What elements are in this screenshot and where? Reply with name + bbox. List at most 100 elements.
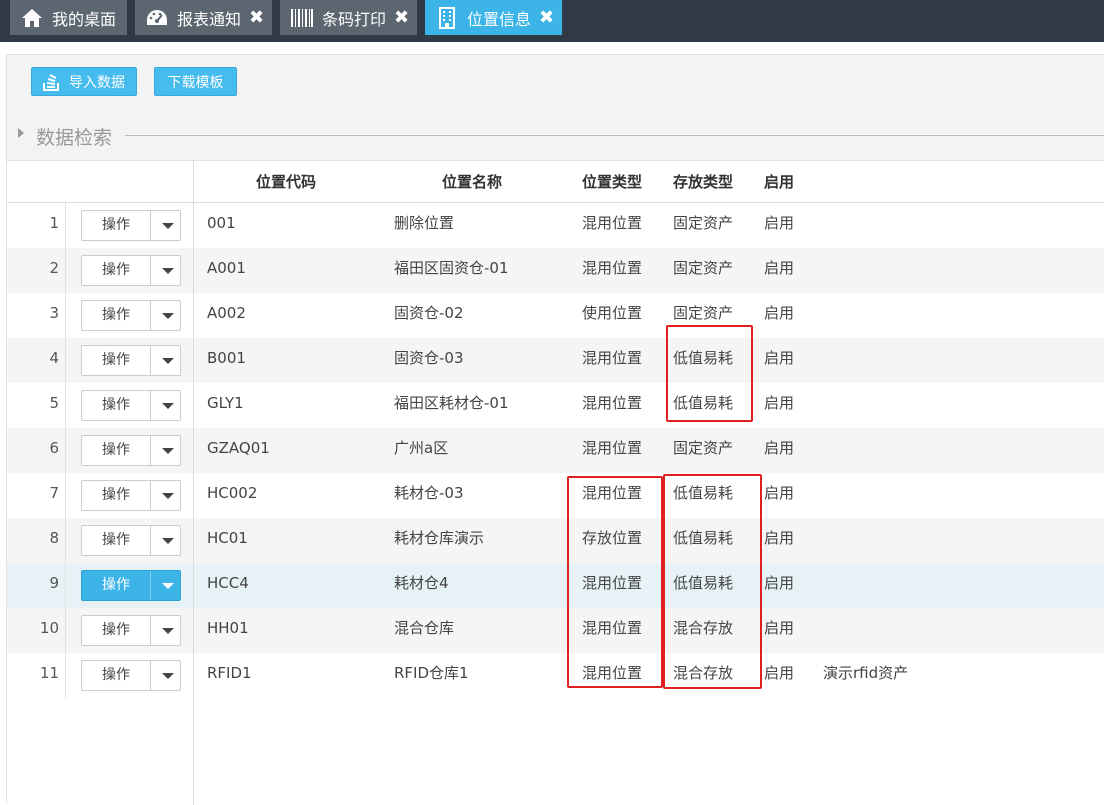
operate-dropdown-button[interactable]: 操作	[81, 300, 181, 331]
cell-location-type: 存放位置	[582, 529, 643, 547]
data-grid: 1 操作 2 操作 3 操作 4 操作 5 操作 6 操作 7 操作 8 操作 9 操作 10 操作 11 操作 位置代码…	[7, 161, 1104, 805]
tab-label: 条码打印	[322, 9, 387, 29]
table-row-actions[interactable]: 9 操作	[7, 563, 193, 608]
cell-name: 删除位置	[394, 214, 455, 232]
caret-down-icon[interactable]	[162, 628, 174, 634]
row-number: 8	[7, 518, 66, 563]
table-row[interactable]: HH01 混合仓库 混用位置 混合存放 启用	[194, 608, 1104, 653]
import-icon	[43, 73, 59, 91]
operate-dropdown-button[interactable]: 操作	[81, 390, 181, 421]
tab-label: 位置信息	[467, 9, 532, 29]
divider	[150, 526, 151, 555]
caret-down-icon[interactable]	[162, 403, 174, 409]
operate-dropdown-button[interactable]: 操作	[81, 480, 181, 511]
table-row-actions[interactable]: 5 操作	[7, 383, 193, 428]
cell-note: 演示rfid资产	[823, 664, 909, 682]
table-row[interactable]: A002 固资仓-02 使用位置 固定资产 启用	[194, 293, 1104, 338]
operate-dropdown-button[interactable]: 操作	[81, 615, 181, 646]
operate-dropdown-button[interactable]: 操作	[81, 345, 181, 376]
operate-dropdown-button[interactable]: 操作	[81, 435, 181, 466]
table-row-actions[interactable]: 7 操作	[7, 473, 193, 518]
caret-down-icon[interactable]	[162, 673, 174, 679]
cell-name: RFID仓库1	[394, 664, 469, 682]
cell-code: RFID1	[207, 664, 252, 682]
cell-enabled: 启用	[764, 349, 795, 367]
table-row[interactable]: HC002 耗材仓-03 混用位置 低值易耗 启用	[194, 473, 1104, 518]
table-row-actions[interactable]: 1 操作	[7, 203, 193, 248]
table-row-actions[interactable]: 2 操作	[7, 248, 193, 293]
col-header-location-type[interactable]: 位置类型	[582, 161, 642, 203]
row-number: 7	[7, 473, 66, 518]
table-row[interactable]: RFID1 RFID仓库1 混用位置 混合存放 启用 演示rfid资产	[194, 653, 1104, 698]
tab-barcode-print[interactable]: 条码打印 ✖	[280, 0, 417, 35]
row-actions-panel: 1 操作 2 操作 3 操作 4 操作 5 操作 6 操作 7 操作 8 操作 9 操作 10 操作 11 操作	[7, 161, 194, 805]
table-row-actions[interactable]: 8 操作	[7, 518, 193, 563]
cell-code: HH01	[207, 619, 249, 637]
row-number: 3	[7, 293, 66, 338]
table-row[interactable]: 001 删除位置 混用位置 固定资产 启用	[194, 203, 1104, 248]
search-section[interactable]: 数据检索	[7, 107, 1104, 161]
cell-storage-type: 低值易耗	[673, 484, 734, 502]
cell-location-type: 混用位置	[582, 214, 643, 232]
operate-dropdown-button[interactable]: 操作	[81, 525, 181, 556]
toolbar: 导入数据 下载模板	[7, 55, 1104, 107]
cell-code: GLY1	[207, 394, 244, 412]
caret-down-icon[interactable]	[162, 583, 174, 589]
cell-enabled: 启用	[764, 259, 795, 277]
table-row-actions[interactable]: 4 操作	[7, 338, 193, 383]
operate-dropdown-button[interactable]: 操作	[81, 660, 181, 691]
divider	[125, 135, 1104, 136]
close-icon[interactable]: ✖	[394, 7, 409, 28]
divider	[150, 391, 151, 420]
table-row[interactable]: B001 固资仓-03 混用位置 低值易耗 启用	[194, 338, 1104, 383]
operate-label: 操作	[102, 217, 130, 233]
cell-code: HC01	[207, 529, 248, 547]
table-row-actions[interactable]: 3 操作	[7, 293, 193, 338]
table-row-actions[interactable]: 10 操作	[7, 608, 193, 653]
cell-code: A001	[207, 259, 246, 277]
caret-down-icon[interactable]	[162, 448, 174, 454]
divider	[150, 571, 151, 600]
operate-dropdown-button[interactable]: 操作	[81, 570, 181, 601]
table-row-actions[interactable]: 11 操作	[7, 653, 193, 698]
caret-down-icon[interactable]	[162, 223, 174, 229]
row-number: 5	[7, 383, 66, 428]
cell-storage-type: 混合存放	[673, 619, 734, 637]
caret-down-icon[interactable]	[162, 268, 174, 274]
col-header-code[interactable]: 位置代码	[256, 161, 316, 203]
divider	[150, 481, 151, 510]
caret-down-icon[interactable]	[162, 538, 174, 544]
close-icon[interactable]: ✖	[249, 7, 264, 28]
divider	[150, 436, 151, 465]
table-row[interactable]: A001 福田区固资仓-01 混用位置 固定资产 启用	[194, 248, 1104, 293]
operate-dropdown-button[interactable]: 操作	[81, 210, 181, 241]
caret-down-icon[interactable]	[162, 313, 174, 319]
barcode-icon	[290, 7, 314, 29]
caret-down-icon[interactable]	[162, 358, 174, 364]
download-template-button[interactable]: 下载模板	[154, 67, 237, 96]
row-number: 6	[7, 428, 66, 473]
col-header-enabled[interactable]: 启用	[764, 161, 794, 203]
close-icon[interactable]: ✖	[539, 7, 554, 28]
cell-location-type: 使用位置	[582, 304, 643, 322]
cell-name: 广州a区	[394, 439, 449, 457]
table-row-actions[interactable]: 6 操作	[7, 428, 193, 473]
table-row[interactable]: GZAQ01 广州a区 混用位置 固定资产 启用	[194, 428, 1104, 473]
import-data-button[interactable]: 导入数据	[31, 67, 137, 96]
cell-enabled: 启用	[764, 484, 795, 502]
expand-arrow-icon[interactable]	[18, 128, 24, 138]
table-row[interactable]: HC01 耗材仓库演示 存放位置 低值易耗 启用	[194, 518, 1104, 563]
tab-location-info[interactable]: 位置信息 ✖	[425, 0, 562, 35]
operate-dropdown-button[interactable]: 操作	[81, 255, 181, 286]
table-row[interactable]: HCC4 耗材仓4 混用位置 低值易耗 启用	[194, 563, 1104, 608]
cell-enabled: 启用	[764, 619, 795, 637]
operate-label: 操作	[102, 667, 130, 683]
cell-storage-type: 固定资产	[673, 214, 734, 232]
caret-down-icon[interactable]	[162, 493, 174, 499]
table-row[interactable]: GLY1 福田区耗材仓-01 混用位置 低值易耗 启用	[194, 383, 1104, 428]
tab-report-notice[interactable]: 报表通知 ✖	[135, 0, 272, 35]
cell-name: 福田区固资仓-01	[394, 259, 509, 277]
tab-my-desktop[interactable]: 我的桌面	[10, 0, 127, 35]
col-header-storage-type[interactable]: 存放类型	[673, 161, 733, 203]
col-header-name[interactable]: 位置名称	[442, 161, 502, 203]
